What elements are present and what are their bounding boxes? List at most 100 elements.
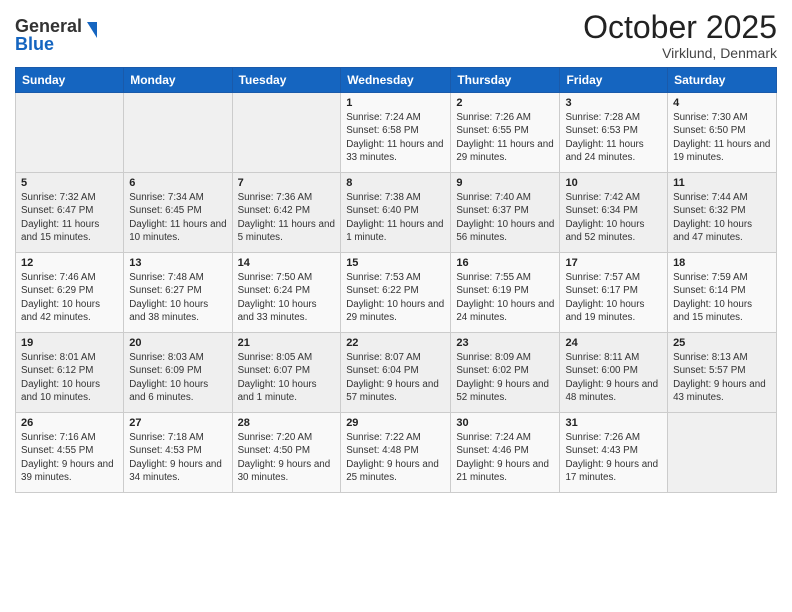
cell-day-number: 23 (456, 337, 554, 349)
cell-info: Sunrise: 7:55 AMSunset: 6:19 PMDaylight:… (456, 271, 554, 324)
cell-info: Sunrise: 7:38 AMSunset: 6:40 PMDaylight:… (346, 191, 445, 244)
cell-info: Sunrise: 7:28 AMSunset: 6:53 PMDaylight:… (565, 111, 662, 164)
cell-info: Sunrise: 8:07 AMSunset: 6:04 PMDaylight:… (346, 351, 445, 404)
cell-info: Sunrise: 7:50 AMSunset: 6:24 PMDaylight:… (238, 271, 336, 324)
calendar-header-row: Sunday Monday Tuesday Wednesday Thursday… (16, 68, 777, 93)
cell-info: Sunrise: 7:30 AMSunset: 6:50 PMDaylight:… (673, 111, 771, 164)
cell-info: Sunrise: 7:34 AMSunset: 6:45 PMDaylight:… (129, 191, 226, 244)
col-saturday: Saturday (668, 68, 777, 93)
cell-info: Sunrise: 7:46 AMSunset: 6:29 PMDaylight:… (21, 271, 118, 324)
cell-day-number: 26 (21, 417, 118, 429)
calendar-cell (232, 93, 341, 173)
calendar-cell: 31 Sunrise: 7:26 AMSunset: 4:43 PMDayligh… (560, 413, 668, 493)
calendar-table: Sunday Monday Tuesday Wednesday Thursday… (15, 67, 777, 493)
calendar-cell: 3 Sunrise: 7:28 AMSunset: 6:53 PMDaylight… (560, 93, 668, 173)
cell-day-number: 8 (346, 177, 445, 189)
header: General Blue October 2025 Virklund, Denm… (15, 10, 777, 61)
calendar-cell: 27 Sunrise: 7:18 AMSunset: 4:53 PMDayligh… (124, 413, 232, 493)
col-thursday: Thursday (451, 68, 560, 93)
logo: General Blue (15, 10, 105, 58)
cell-day-number: 13 (129, 257, 226, 269)
cell-info: Sunrise: 8:13 AMSunset: 5:57 PMDaylight:… (673, 351, 771, 404)
calendar-cell: 10Sunrise: 7:42 AMSunset: 6:34 PMDayligh… (560, 173, 668, 253)
cell-day-number: 28 (238, 417, 336, 429)
calendar-cell (16, 93, 124, 173)
cell-day-number: 15 (346, 257, 445, 269)
cell-day-number: 30 (456, 417, 554, 429)
cell-info: Sunrise: 7:22 AMSunset: 4:48 PMDaylight:… (346, 431, 445, 484)
week-row-5: 26 Sunrise: 7:16 AMSunset: 4:55 PMDayligh… (16, 413, 777, 493)
col-friday: Friday (560, 68, 668, 93)
calendar-cell: 6Sunrise: 7:34 AMSunset: 6:45 PMDaylight… (124, 173, 232, 253)
cell-info: Sunrise: 7:36 AMSunset: 6:42 PMDaylight:… (238, 191, 336, 244)
calendar-cell: 20 Sunrise: 8:03 AMSunset: 6:09 PMDayligh… (124, 333, 232, 413)
calendar-cell: 2Sunrise: 7:26 AMSunset: 6:55 PMDaylight… (451, 93, 560, 173)
calendar-cell: 28Sunrise: 7:20 AMSunset: 4:50 PMDayligh… (232, 413, 341, 493)
cell-info: Sunrise: 7:40 AMSunset: 6:37 PMDaylight:… (456, 191, 554, 244)
cell-day-number: 19 (21, 337, 118, 349)
cell-day-number: 1 (346, 97, 445, 109)
calendar-cell: 16 Sunrise: 7:55 AMSunset: 6:19 PMDayligh… (451, 253, 560, 333)
cell-info: Sunrise: 7:32 AMSunset: 6:47 PMDaylight:… (21, 191, 118, 244)
subtitle: Virklund, Denmark (583, 45, 777, 61)
week-row-4: 19 Sunrise: 8:01 AMSunset: 6:12 PMDayligh… (16, 333, 777, 413)
main-title: October 2025 (583, 10, 777, 45)
cell-day-number: 3 (565, 97, 662, 109)
cell-info: Sunrise: 8:01 AMSunset: 6:12 PMDaylight:… (21, 351, 118, 404)
cell-day-number: 25 (673, 337, 771, 349)
cell-day-number: 12 (21, 257, 118, 269)
cell-day-number: 29 (346, 417, 445, 429)
cell-day-number: 20 (129, 337, 226, 349)
cell-info: Sunrise: 7:16 AMSunset: 4:55 PMDaylight:… (21, 431, 118, 484)
cell-day-number: 14 (238, 257, 336, 269)
cell-info: Sunrise: 7:59 AMSunset: 6:14 PMDaylight:… (673, 271, 771, 324)
cell-day-number: 21 (238, 337, 336, 349)
calendar-cell: 9 Sunrise: 7:40 AMSunset: 6:37 PMDaylight… (451, 173, 560, 253)
cell-day-number: 11 (673, 177, 771, 189)
calendar-cell: 18 Sunrise: 7:59 AMSunset: 6:14 PMDayligh… (668, 253, 777, 333)
calendar-cell: 26 Sunrise: 7:16 AMSunset: 4:55 PMDayligh… (16, 413, 124, 493)
cell-day-number: 16 (456, 257, 554, 269)
cell-info: Sunrise: 7:48 AMSunset: 6:27 PMDaylight:… (129, 271, 226, 324)
calendar-cell: 29 Sunrise: 7:22 AMSunset: 4:48 PMDayligh… (341, 413, 451, 493)
cell-info: Sunrise: 7:18 AMSunset: 4:53 PMDaylight:… (129, 431, 226, 484)
cell-info: Sunrise: 7:53 AMSunset: 6:22 PMDaylight:… (346, 271, 445, 324)
week-row-2: 5Sunrise: 7:32 AMSunset: 6:47 PMDaylight… (16, 173, 777, 253)
calendar-cell: 13 Sunrise: 7:48 AMSunset: 6:27 PMDayligh… (124, 253, 232, 333)
cell-info: Sunrise: 7:24 AMSunset: 4:46 PMDaylight:… (456, 431, 554, 484)
calendar-cell: 24 Sunrise: 8:11 AMSunset: 6:00 PMDayligh… (560, 333, 668, 413)
calendar-cell: 11Sunrise: 7:44 AMSunset: 6:32 PMDayligh… (668, 173, 777, 253)
cell-day-number: 9 (456, 177, 554, 189)
calendar-cell: 5Sunrise: 7:32 AMSunset: 6:47 PMDaylight… (16, 173, 124, 253)
cell-info: Sunrise: 8:05 AMSunset: 6:07 PMDaylight:… (238, 351, 336, 404)
cell-day-number: 31 (565, 417, 662, 429)
cell-day-number: 18 (673, 257, 771, 269)
cell-info: Sunrise: 7:26 AMSunset: 4:43 PMDaylight:… (565, 431, 662, 484)
cell-day-number: 4 (673, 97, 771, 109)
calendar-cell: 25 Sunrise: 8:13 AMSunset: 5:57 PMDayligh… (668, 333, 777, 413)
page: General Blue October 2025 Virklund, Denm… (0, 0, 792, 612)
cell-info: Sunrise: 7:26 AMSunset: 6:55 PMDaylight:… (456, 111, 554, 164)
calendar-cell: 14 Sunrise: 7:50 AMSunset: 6:24 PMDayligh… (232, 253, 341, 333)
week-row-3: 12 Sunrise: 7:46 AMSunset: 6:29 PMDayligh… (16, 253, 777, 333)
cell-info: Sunrise: 8:11 AMSunset: 6:00 PMDaylight:… (565, 351, 662, 404)
cell-day-number: 7 (238, 177, 336, 189)
col-monday: Monday (124, 68, 232, 93)
calendar-cell: 7 Sunrise: 7:36 AMSunset: 6:42 PMDaylight… (232, 173, 341, 253)
cell-day-number: 24 (565, 337, 662, 349)
cell-info: Sunrise: 8:03 AMSunset: 6:09 PMDaylight:… (129, 351, 226, 404)
calendar-cell (668, 413, 777, 493)
col-tuesday: Tuesday (232, 68, 341, 93)
cell-info: Sunrise: 8:09 AMSunset: 6:02 PMDaylight:… (456, 351, 554, 404)
calendar-cell: 12 Sunrise: 7:46 AMSunset: 6:29 PMDayligh… (16, 253, 124, 333)
svg-text:General: General (15, 16, 82, 36)
calendar-cell: 4 Sunrise: 7:30 AMSunset: 6:50 PMDaylight… (668, 93, 777, 173)
calendar-cell (124, 93, 232, 173)
calendar-cell: 21 Sunrise: 8:05 AMSunset: 6:07 PMDayligh… (232, 333, 341, 413)
cell-day-number: 27 (129, 417, 226, 429)
calendar-cell: 30 Sunrise: 7:24 AMSunset: 4:46 PMDayligh… (451, 413, 560, 493)
cell-day-number: 22 (346, 337, 445, 349)
cell-info: Sunrise: 7:42 AMSunset: 6:34 PMDaylight:… (565, 191, 662, 244)
svg-text:Blue: Blue (15, 34, 54, 54)
col-sunday: Sunday (16, 68, 124, 93)
